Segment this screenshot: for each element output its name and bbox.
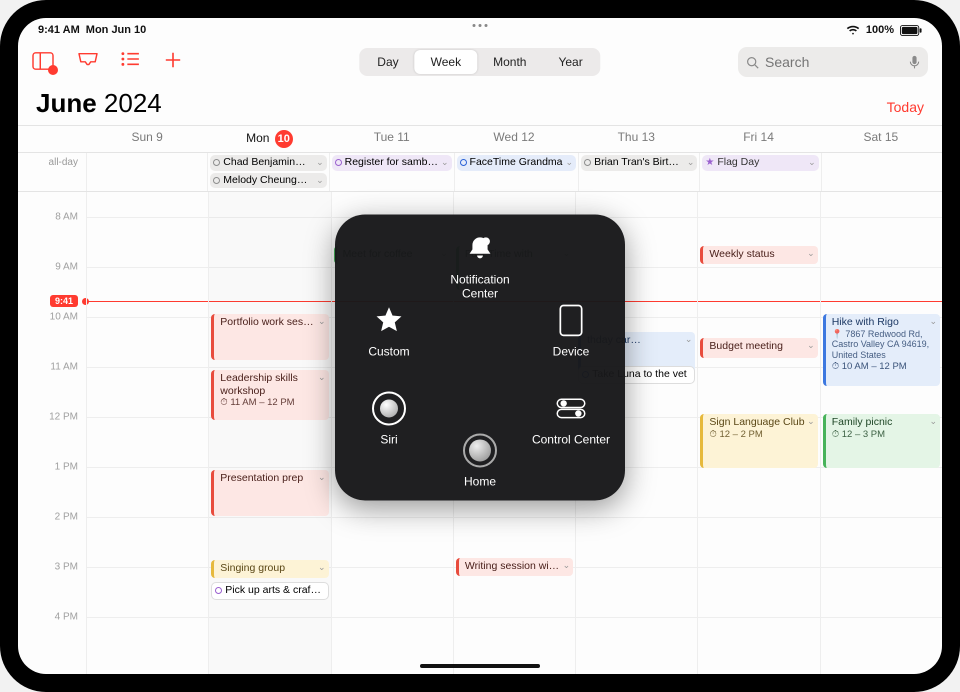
ipad-bezel: 9:41 AM Mon Jun 10 100% bbox=[0, 0, 960, 692]
at-home[interactable]: Home bbox=[440, 430, 520, 488]
status-date: Mon Jun 10 bbox=[86, 24, 147, 36]
hour-label: 9 AM bbox=[55, 262, 78, 273]
day-header-tue[interactable]: Tue 11 bbox=[331, 126, 453, 152]
day-header-fri[interactable]: Fri 14 bbox=[697, 126, 819, 152]
now-time-badge: 9:41 bbox=[50, 295, 78, 307]
allday-cell[interactable]: Register for samb…⌄ bbox=[329, 153, 454, 191]
at-siri[interactable]: Siri bbox=[349, 388, 429, 446]
battery-pct: 100% bbox=[866, 24, 894, 36]
calendar-event[interactable]: ⌄Portfolio work ses… bbox=[211, 314, 328, 360]
allday-cell[interactable]: Brian Tran's Birt…⌄ bbox=[578, 153, 699, 191]
allday-event[interactable]: Melody Cheung…⌄ bbox=[210, 173, 326, 189]
screen: 9:41 AM Mon Jun 10 100% bbox=[18, 18, 942, 674]
title-row: June 2024 Today bbox=[18, 84, 942, 125]
view-month[interactable]: Month bbox=[477, 50, 542, 74]
hour-label: 4 PM bbox=[55, 612, 78, 623]
view-week[interactable]: Week bbox=[415, 50, 477, 74]
chevron-down-icon: ⌄ bbox=[318, 562, 326, 573]
control-center-icon bbox=[551, 388, 591, 428]
bell-icon bbox=[460, 228, 500, 268]
allday-event[interactable]: ★Flag Day⌄ bbox=[702, 155, 818, 171]
toolbar: Day Week Month Year bbox=[18, 40, 942, 84]
calendar-event[interactable]: ⌄Writing session wi… bbox=[456, 558, 573, 576]
hour-label: 2 PM bbox=[55, 512, 78, 523]
home-icon bbox=[460, 430, 500, 470]
day-header-mon[interactable]: Mon 10 bbox=[208, 126, 330, 152]
view-segmented[interactable]: Day Week Month Year bbox=[359, 48, 600, 76]
calendar-event[interactable]: ⌄Budget meeting bbox=[700, 338, 817, 358]
calendar-event[interactable]: ⌄Weekly status bbox=[700, 246, 817, 264]
add-icon[interactable] bbox=[164, 51, 186, 73]
view-year[interactable]: Year bbox=[542, 50, 598, 74]
allday-cell[interactable]: ★Flag Day⌄ bbox=[699, 153, 820, 191]
at-custom[interactable]: Custom bbox=[349, 300, 429, 358]
allday-row: all-day Chad Benjamin…⌄ Melody Cheung…⌄ Re… bbox=[18, 152, 942, 192]
allday-event[interactable]: Register for samb…⌄ bbox=[332, 155, 452, 171]
allday-event[interactable]: Brian Tran's Birt…⌄ bbox=[581, 155, 697, 171]
chevron-down-icon: ⌄ bbox=[563, 560, 571, 571]
today-button[interactable]: Today bbox=[887, 99, 924, 115]
title-year: 2024 bbox=[104, 88, 162, 118]
calendar-sidebar-icon[interactable] bbox=[32, 51, 54, 73]
hour-label: 11 AM bbox=[50, 362, 78, 373]
calendar-event[interactable]: ⌄Hike with Rigo📍 7867 Redwood Rd, Castro… bbox=[823, 314, 940, 386]
home-indicator[interactable] bbox=[420, 664, 540, 668]
day-header-wed[interactable]: Wed 12 bbox=[453, 126, 575, 152]
chevron-down-icon: ⌄ bbox=[929, 316, 937, 327]
at-notification-center[interactable]: Notification Center bbox=[440, 228, 520, 300]
day-header-sun[interactable]: Sun 9 bbox=[86, 126, 208, 152]
allday-cell[interactable] bbox=[86, 153, 207, 191]
hour-label: 12 PM bbox=[49, 412, 78, 423]
allday-label: all-day bbox=[18, 157, 86, 168]
search-field[interactable] bbox=[738, 47, 928, 77]
battery-icon bbox=[900, 25, 922, 36]
hour-label: 3 PM bbox=[55, 562, 78, 573]
calendar-event[interactable]: ⌄Singing group bbox=[211, 560, 328, 578]
calendar-event[interactable]: ⌄Leadership skills workshop⏱ 11 AM – 12 … bbox=[211, 370, 328, 420]
search-input[interactable] bbox=[765, 54, 903, 70]
chevron-down-icon: ⌄ bbox=[318, 472, 326, 483]
mic-icon[interactable] bbox=[909, 55, 920, 70]
allday-cell[interactable]: Chad Benjamin…⌄ Melody Cheung…⌄ bbox=[207, 153, 328, 191]
hour-label: 8 AM bbox=[55, 212, 78, 223]
chevron-down-icon: ⌄ bbox=[807, 248, 815, 259]
star-icon: ★ bbox=[705, 156, 714, 169]
siri-icon bbox=[369, 388, 409, 428]
calendar-event[interactable]: ⌄Presentation prep bbox=[211, 470, 328, 516]
chevron-down-icon: ⌄ bbox=[318, 316, 326, 327]
month-year-title: June 2024 bbox=[36, 88, 162, 119]
allday-cell[interactable]: FaceTime Grandma⌄ bbox=[454, 153, 579, 191]
day-header-thu[interactable]: Thu 13 bbox=[575, 126, 697, 152]
view-day[interactable]: Day bbox=[361, 50, 414, 74]
chevron-down-icon: ⌄ bbox=[318, 372, 326, 383]
hour-label: 1 PM bbox=[55, 462, 78, 473]
event-chip[interactable]: Pick up arts & craf… bbox=[211, 582, 328, 600]
list-icon[interactable] bbox=[120, 51, 142, 73]
calendar-event[interactable]: ⌄Family picnic⏱ 12 – 3 PM bbox=[823, 414, 940, 468]
status-time: 9:41 AM bbox=[38, 24, 80, 36]
multitask-dots[interactable] bbox=[473, 24, 488, 27]
device-icon bbox=[551, 300, 591, 340]
chevron-down-icon: ⌄ bbox=[807, 416, 815, 427]
chevron-down-icon: ⌄ bbox=[685, 334, 693, 345]
allday-cell[interactable] bbox=[821, 153, 942, 191]
today-dot: 10 bbox=[275, 130, 293, 148]
chevron-down-icon: ⌄ bbox=[929, 416, 937, 427]
assistive-touch-menu[interactable]: Notification Center Custom Device Siri bbox=[335, 214, 625, 500]
day-header-sat[interactable]: Sat 15 bbox=[820, 126, 942, 152]
day-headers: Sun 9 Mon 10 Tue 11 Wed 12 Thu 13 Fri 14… bbox=[86, 126, 942, 152]
allday-event[interactable]: Chad Benjamin…⌄ bbox=[210, 155, 326, 171]
inbox-icon[interactable] bbox=[76, 51, 98, 73]
at-control-center[interactable]: Control Center bbox=[531, 388, 611, 446]
calendar-event[interactable]: ⌄Sign Language Club⏱ 12 – 2 PM bbox=[700, 414, 817, 468]
status-bar: 9:41 AM Mon Jun 10 100% bbox=[18, 20, 942, 40]
wifi-icon bbox=[846, 25, 860, 36]
at-device[interactable]: Device bbox=[531, 300, 611, 358]
allday-event[interactable]: FaceTime Grandma⌄ bbox=[457, 155, 577, 171]
star-icon bbox=[369, 300, 409, 340]
title-month: June bbox=[36, 88, 97, 118]
search-icon bbox=[746, 56, 759, 69]
chevron-down-icon: ⌄ bbox=[807, 340, 815, 351]
hour-label: 10 AM bbox=[50, 312, 78, 323]
